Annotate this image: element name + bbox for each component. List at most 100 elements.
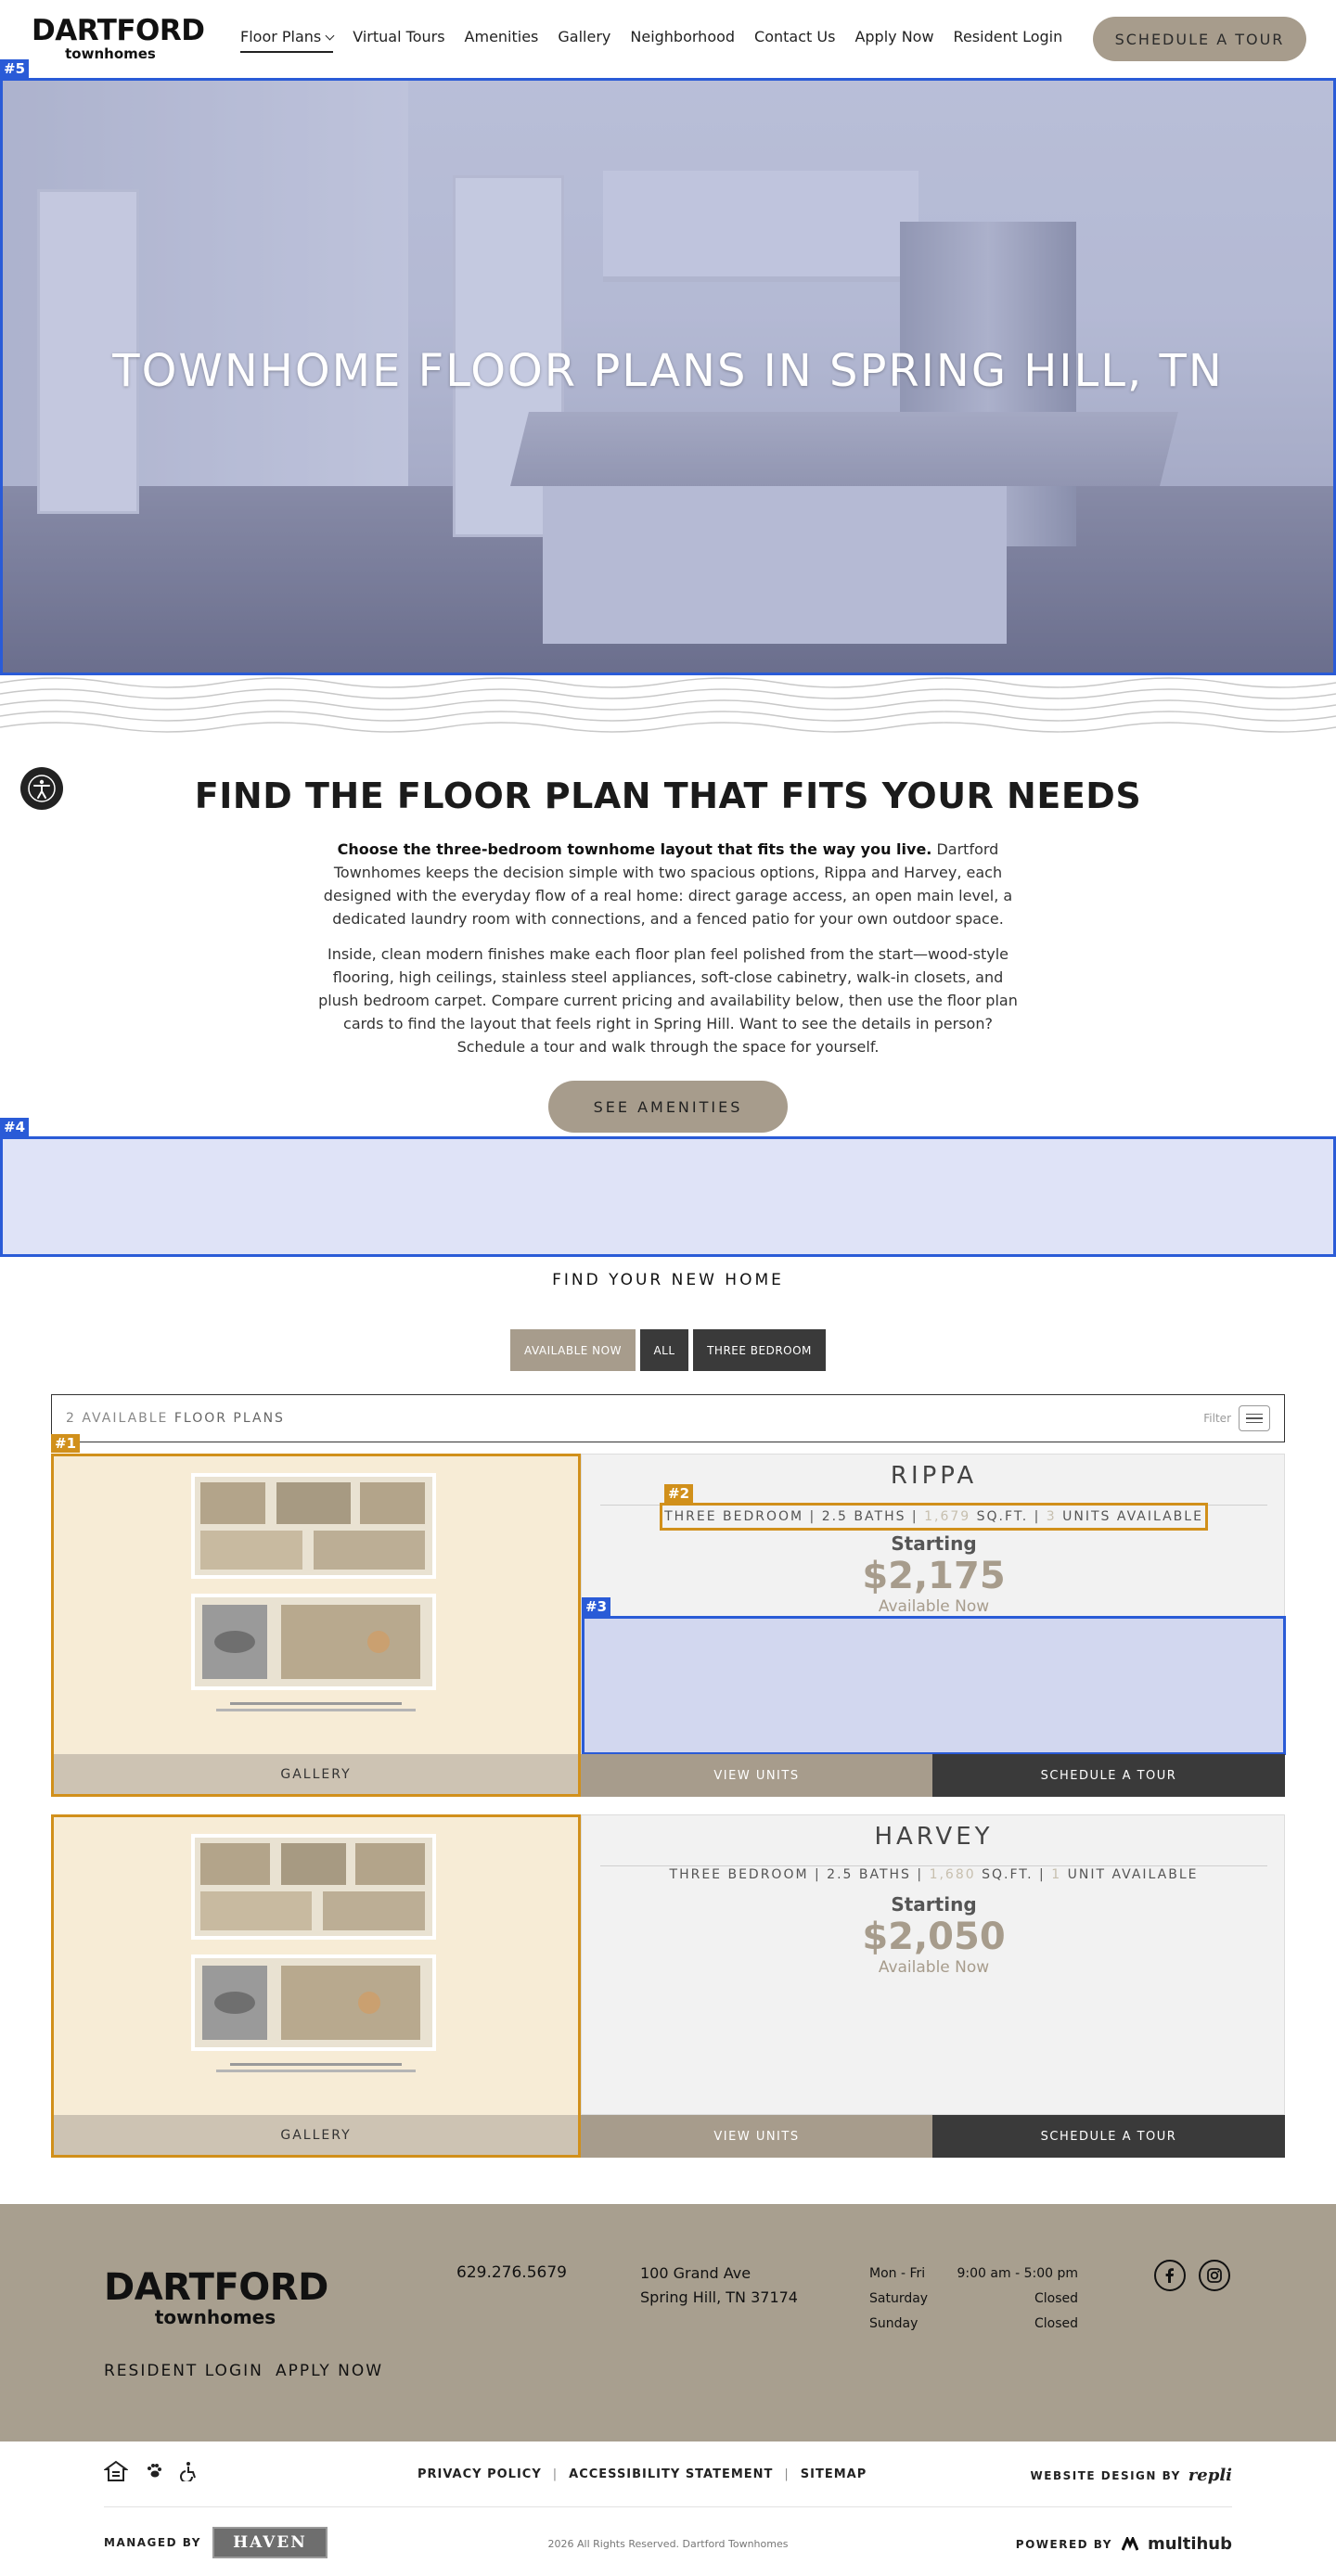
gallery-button[interactable]: GALLERY	[51, 2115, 581, 2158]
intro-paragraph-1: Choose the three-bedroom townhome layout…	[315, 838, 1021, 930]
schedule-tour-button[interactable]: SCHEDULE A TOUR	[932, 1754, 1285, 1797]
annotation-tag: #5	[0, 59, 30, 78]
view-units-button[interactable]: VIEW UNITS	[581, 2115, 932, 2158]
filter-all[interactable]: ALL	[640, 1329, 688, 1371]
website-design-credit[interactable]: WEBSITE DESIGN BY repli	[1031, 2466, 1232, 2485]
floor-plan-card-rippa: GALLERY RIPPA THREE BEDROOM | 2.5 BATHS …	[51, 1454, 1286, 1797]
plan-name: HARVEY	[874, 1823, 994, 1851]
count-number: 2	[66, 1411, 76, 1426]
nav-neighborhood[interactable]: Neighborhood	[630, 28, 735, 53]
floor-plan-card-harvey: GALLERY HARVEY THREE BEDROOM | 2.5 BATHS…	[51, 1814, 1285, 2158]
repli-logo: repli	[1188, 2466, 1232, 2485]
hero-title: TOWNHOME FLOOR PLANS IN SPRING HILL, TN	[112, 345, 1224, 397]
count-available: AVAILABLE	[82, 1411, 169, 1426]
annotation-tag: #1	[51, 1434, 81, 1453]
footer-phone[interactable]: 629.276.5679	[456, 2263, 567, 2282]
floor-plan-illustration	[191, 1473, 436, 1711]
plan-units-count: 3	[1046, 1509, 1057, 1524]
hours-row: Mon - Fri 9:00 am - 5:00 pm	[869, 2266, 1078, 2281]
gallery-button[interactable]: GALLERY	[51, 1754, 581, 1797]
nav-gallery[interactable]: Gallery	[558, 28, 610, 53]
filter-toggle[interactable]: Filter	[1203, 1405, 1270, 1431]
placeholder-region	[0, 1136, 1336, 1257]
footer-logo-main: DARTFORD	[104, 2266, 328, 2309]
main-nav: Floor Plans Virtual Tours Amenities Gall…	[240, 28, 1082, 53]
intro-lead: Choose the three-bedroom townhome layout…	[337, 840, 932, 858]
plan-specs: THREE BEDROOM | 2.5 BATHS | 1,679 SQ.FT.…	[582, 1503, 1286, 1531]
hero-banner: TOWNHOME FLOOR PLANS IN SPRING HILL, TN	[0, 78, 1336, 675]
site-logo[interactable]: DARTFORD townhomes	[32, 14, 205, 62]
wheelchair-accessible-icon	[180, 2462, 196, 2481]
site-header: DARTFORD townhomes Floor Plans Virtual T…	[0, 0, 1336, 78]
nav-contact-us[interactable]: Contact Us	[754, 28, 835, 53]
footer-address[interactable]: 100 Grand Ave Spring Hill, TN 37174	[640, 2262, 798, 2310]
plan-specs: THREE BEDROOM | 2.5 BATHS | 1,680 SQ.FT.…	[582, 1864, 1286, 1886]
multihub-logo: multihub	[1147, 2534, 1232, 2554]
count-label: FLOOR PLANS	[173, 1411, 285, 1426]
wave-divider	[0, 677, 1336, 733]
separator: |	[552, 2467, 559, 2481]
filter-three-bedroom[interactable]: THREE BEDROOM	[693, 1329, 826, 1371]
floor-plan-image[interactable]	[51, 1814, 581, 2115]
chevron-down-icon	[325, 31, 335, 41]
schedule-tour-header-button[interactable]: SCHEDULE A TOUR	[1093, 17, 1306, 61]
website-design-label: WEBSITE DESIGN BY	[1030, 2468, 1181, 2482]
powered-by[interactable]: POWERED BY multihub	[1016, 2534, 1232, 2554]
view-units-button[interactable]: VIEW UNITS	[581, 1754, 932, 1797]
sitemap-link[interactable]: SITEMAP	[801, 2467, 867, 2481]
nav-floor-plans[interactable]: Floor Plans	[240, 28, 335, 53]
logo-sub-text: townhomes	[65, 45, 156, 62]
annotation-tag: #3	[582, 1597, 611, 1616]
filter-label: Filter	[1203, 1412, 1231, 1425]
plan-availability: Available Now	[878, 1597, 990, 1616]
plan-availability: Available Now	[878, 1958, 990, 1977]
listing-heading: FIND YOUR NEW HOME	[552, 1271, 784, 1289]
plan-units-count: 1	[1051, 1867, 1062, 1882]
starting-label: Starting	[891, 1532, 977, 1555]
placeholder-region	[582, 1616, 1286, 1755]
floor-plan-info: HARVEY THREE BEDROOM | 2.5 BATHS | 1,680…	[581, 1814, 1285, 2115]
site-footer: DARTFORD townhomes RESIDENT LOGIN APPLY …	[0, 2204, 1336, 2441]
plan-price: $2,175	[862, 1555, 1006, 1597]
nav-amenities[interactable]: Amenities	[465, 28, 539, 53]
powered-by-label: POWERED BY	[1015, 2537, 1112, 2551]
privacy-policy-link[interactable]: PRIVACY POLICY	[418, 2467, 542, 2481]
address-line-1: 100 Grand Ave	[640, 2264, 752, 2282]
address-line-2: Spring Hill, TN 37174	[640, 2288, 798, 2306]
footer-resident-login[interactable]: RESIDENT LOGIN	[104, 2362, 263, 2380]
starting-label: Starting	[891, 1893, 977, 1916]
filter-available-now[interactable]: AVAILABLE NOW	[510, 1329, 636, 1371]
intro-paragraph-2: Inside, clean modern finishes make each …	[318, 945, 1018, 1056]
instagram-icon[interactable]	[1199, 2260, 1230, 2291]
plan-sqft: 1,680	[929, 1867, 976, 1882]
facebook-icon[interactable]	[1154, 2260, 1186, 2291]
nav-resident-login[interactable]: Resident Login	[954, 28, 1063, 53]
plan-sqft: 1,679	[924, 1509, 971, 1524]
floor-plan-illustration	[191, 1834, 436, 2072]
legal-bar: PRIVACY POLICY | ACCESSIBILITY STATEMENT…	[0, 2441, 1336, 2576]
compliance-icons	[104, 2460, 199, 2482]
annotation-tag: #2	[664, 1484, 694, 1503]
see-amenities-button[interactable]: SEE AMENITIES	[548, 1081, 788, 1133]
equal-housing-icon	[104, 2460, 128, 2481]
pet-friendly-icon	[148, 2464, 161, 2478]
multihub-mark-icon	[1121, 2536, 1138, 2551]
office-hours: Mon - Fri 9:00 am - 5:00 pm Saturday Close…	[869, 2262, 1078, 2337]
footer-apply-now[interactable]: APPLY NOW	[276, 2362, 383, 2380]
accessibility-statement-link[interactable]: ACCESSIBILITY STATEMENT	[569, 2467, 773, 2481]
plan-price: $2,050	[862, 1916, 1006, 1958]
footer-logo[interactable]: DARTFORD townhomes	[104, 2266, 328, 2326]
hours-row: Saturday Closed	[869, 2291, 1078, 2306]
floor-plan-count-bar: 2 AVAILABLE FLOOR PLANS Filter	[51, 1394, 1285, 1442]
hours-row: Sunday Closed	[869, 2316, 1078, 2331]
plan-specs-text: THREE BEDROOM | 2.5 BATHS | 1,680 SQ.FT.…	[669, 1867, 1199, 1882]
plan-specs-text: THREE BEDROOM | 2.5 BATHS | 1,679 SQ.FT.…	[660, 1503, 1208, 1531]
separator: |	[784, 2467, 790, 2481]
nav-apply-now[interactable]: Apply Now	[854, 28, 933, 53]
logo-main-text: DARTFORD	[32, 14, 205, 47]
floor-plan-count: 2 AVAILABLE FLOOR PLANS	[66, 1411, 285, 1426]
annotation-tag: #4	[0, 1118, 30, 1136]
nav-virtual-tours[interactable]: Virtual Tours	[353, 28, 444, 53]
schedule-tour-button[interactable]: SCHEDULE A TOUR	[932, 2115, 1285, 2158]
floor-plan-image[interactable]	[51, 1454, 581, 1754]
